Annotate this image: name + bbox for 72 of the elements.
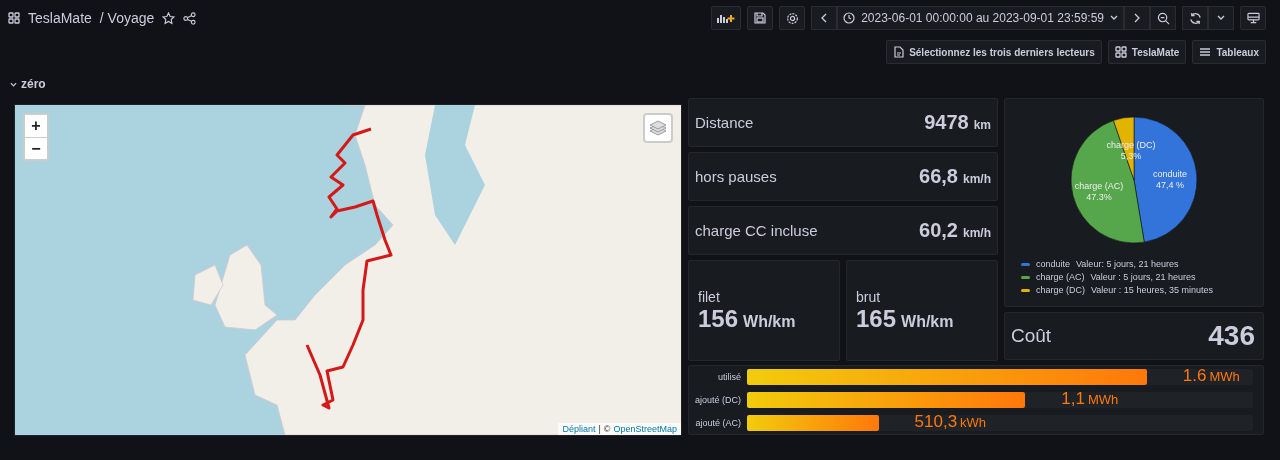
bar-value: 510,3 bbox=[914, 412, 958, 432]
openstreetmap-link[interactable]: OpenStreetMap bbox=[613, 424, 677, 434]
settings-icon bbox=[785, 11, 799, 25]
caret-icon bbox=[1110, 15, 1118, 21]
breadcrumb-link[interactable]: TeslaMate bbox=[28, 10, 92, 26]
clock-icon bbox=[843, 12, 856, 24]
stat-unit: km/h bbox=[963, 226, 991, 240]
layers-icon bbox=[649, 120, 667, 136]
zoom-out-button[interactable] bbox=[1150, 6, 1176, 30]
monitor-icon bbox=[1246, 12, 1260, 24]
chevron-icon bbox=[10, 80, 17, 88]
save-button[interactable] bbox=[747, 6, 774, 30]
stat-unit: Wh/km bbox=[743, 312, 796, 331]
legend-label[interactable]: conduite bbox=[1036, 259, 1071, 269]
legend-value: Valeur: 5 jours, 21 heures bbox=[1076, 259, 1179, 269]
stat-label: hors pauses bbox=[695, 168, 777, 185]
bar-chart-plus-icon bbox=[717, 12, 736, 24]
bar-label: utilisé bbox=[717, 372, 741, 382]
dashboard-link[interactable]: Sélectionnez les trois derniers lecteurs bbox=[886, 40, 1102, 64]
previous-range-button[interactable] bbox=[811, 6, 838, 30]
refresh-icon bbox=[1188, 11, 1202, 25]
share-icon[interactable] bbox=[183, 11, 197, 25]
grid-icon bbox=[1114, 46, 1127, 58]
time-range-picker[interactable]: 2023-06-01 00:00:00 au 2023-09-01 23:59:59 bbox=[837, 6, 1124, 30]
row-toggle[interactable]: zéro bbox=[10, 74, 46, 94]
dashboard-link[interactable]: TeslaMate bbox=[1107, 40, 1187, 64]
refresh-button[interactable] bbox=[1182, 6, 1208, 30]
slice-label: charge (AC) 47.3% bbox=[1074, 180, 1124, 202]
zoom-out-button[interactable]: − bbox=[25, 137, 47, 159]
star-icon[interactable] bbox=[162, 11, 176, 25]
chevron-right-icon bbox=[1133, 13, 1141, 23]
bar-unit: kWh bbox=[960, 415, 987, 430]
leaflet-link[interactable]: Dépliant bbox=[562, 424, 596, 434]
settings-button[interactable] bbox=[779, 6, 806, 30]
document-icon bbox=[893, 46, 905, 58]
stat-label: filet bbox=[698, 288, 721, 305]
kiosk-mode-button[interactable] bbox=[1240, 6, 1266, 30]
caret-icon bbox=[1217, 15, 1225, 21]
stat-label: brut bbox=[856, 288, 882, 305]
stat-value: 9478 bbox=[924, 111, 969, 134]
stat-value: 165 bbox=[856, 304, 897, 333]
stat-unit: km bbox=[973, 118, 991, 132]
cost-value: 436 bbox=[1208, 320, 1255, 352]
stat-label: Distance bbox=[695, 114, 754, 131]
dashboard-link[interactable]: Tableaux bbox=[1192, 40, 1266, 64]
legend-label[interactable]: charge (AC) bbox=[1036, 272, 1085, 282]
stat-label: charge CC incluse bbox=[695, 222, 818, 239]
attribution-separator: | bbox=[598, 424, 601, 434]
bar-unit: MWh bbox=[1087, 392, 1119, 407]
bar-value: 1.6 bbox=[1182, 366, 1207, 386]
bar-label: ajouté (DC) bbox=[694, 395, 741, 405]
stat-value: 156 bbox=[698, 304, 739, 333]
bar-unit: MWh bbox=[1209, 369, 1240, 384]
menu-icon bbox=[1199, 47, 1212, 57]
dashboard-title: / Voyage bbox=[99, 10, 155, 26]
cost-label: Coût bbox=[1011, 325, 1052, 347]
zoom-out-icon bbox=[1156, 11, 1170, 25]
copyright-text: © bbox=[603, 424, 611, 434]
bar-value: 1,1 bbox=[1061, 389, 1085, 409]
chevron-left-icon bbox=[820, 13, 829, 23]
dashboard-grid-icon bbox=[8, 12, 20, 24]
stat-value: 60,2 bbox=[919, 219, 958, 242]
legend-value: Valeur : 5 jours, 21 heures bbox=[1090, 272, 1196, 282]
legend-label[interactable]: charge (DC) bbox=[1036, 285, 1085, 295]
stat-unit: km/h bbox=[963, 172, 991, 186]
stat-value: 66,8 bbox=[919, 165, 958, 188]
legend-value: Valeur : 15 heures, 35 minutes bbox=[1091, 285, 1213, 295]
save-icon bbox=[754, 12, 767, 24]
add-panel-button[interactable] bbox=[711, 6, 742, 30]
stat-unit: Wh/km bbox=[901, 312, 954, 331]
slice-label: conduite 47,4 % bbox=[1152, 169, 1187, 191]
bar-label: ajouté (AC) bbox=[694, 418, 741, 428]
